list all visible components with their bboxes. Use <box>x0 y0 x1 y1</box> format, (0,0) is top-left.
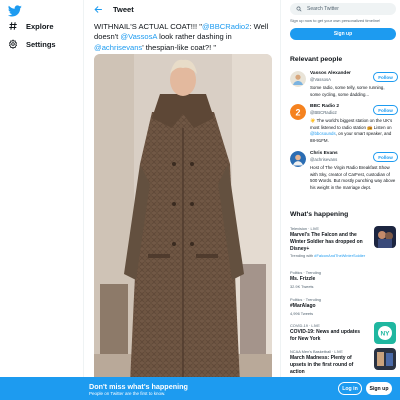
trend-title: March Madness: Plenty of upsets in the f… <box>290 355 354 375</box>
profile-card-vassos[interactable]: Vassos Alexander @VassosA Some radio, so… <box>290 71 398 101</box>
follow-button[interactable]: Follow <box>373 152 398 162</box>
tweet-text-part: ' thespian-like coat?! " <box>142 42 217 52</box>
profile-handle: @BBCRadio2 <box>310 110 337 115</box>
trend-item[interactable]: Politics · Trending #MarAlago 4,996 Twee… <box>290 297 396 316</box>
main-column: Tweet WITHNAIL'S ACTUAL COAT!!! "@BBCRad… <box>83 0 281 400</box>
page-title: Tweet <box>113 4 134 14</box>
trend-thumbnail <box>374 348 396 370</box>
whats-happening-title: What's happening <box>290 211 349 218</box>
profile-handle: @achrisevans <box>310 157 338 162</box>
signup-banner: Don't miss what's happening People on Tw… <box>0 377 400 400</box>
profile-name[interactable]: Vassos Alexander <box>310 71 351 76</box>
tweet-text-part: look rather dashing in <box>157 32 232 42</box>
gear-icon <box>8 39 18 49</box>
profile-bio: Host of The Virgin Radio Breakfast Show … <box>310 165 396 190</box>
search-icon <box>296 6 302 12</box>
trend-thumbnail <box>374 226 396 248</box>
trend-item[interactable]: NCAA Men's Basketball · LIVE March Madne… <box>290 348 396 375</box>
trend-item[interactable]: Television · LIVE Marvel's The Falcon an… <box>290 226 396 258</box>
banner-subtitle: People on Twitter are the first to know. <box>89 391 166 396</box>
profile-bio-text: ☀️ The world's biggest station on the UK… <box>310 118 393 130</box>
nav-settings[interactable]: Settings <box>8 39 56 49</box>
svg-text:2: 2 <box>295 107 300 117</box>
trend-hashtag-link[interactable]: #FalconAndTheWinterSoldier <box>314 253 365 258</box>
follow-button[interactable]: Follow <box>373 105 398 115</box>
coat-photo-illustration <box>94 54 272 400</box>
mention-vassosa-link[interactable]: @VassosA <box>120 32 157 41</box>
tweet-text: WITHNAIL'S ACTUAL COAT!!! "@BBCRadio2: W… <box>94 22 274 53</box>
avatar[interactable] <box>290 151 306 167</box>
relevant-people-title: Relevant people <box>290 56 343 63</box>
search-box[interactable] <box>290 3 396 15</box>
mention-bbcradio2-link[interactable]: @BBCRadio2 <box>202 22 249 31</box>
tweet-text-part: WITHNAIL'S ACTUAL COAT!!! " <box>94 22 202 31</box>
trend-title: #MarAlago <box>290 303 316 309</box>
profile-handle: @VassosA <box>310 77 331 82</box>
right-sidebar: Sign up now to get your own personalized… <box>286 0 400 400</box>
tweet-header: Tweet <box>84 0 280 18</box>
profile-card-bbcradio2[interactable]: 2 BBC Radio 2 @BBCRadio2 ☀️ The world's … <box>290 104 398 148</box>
sidebar-signup-button[interactable]: Sign up <box>290 28 396 40</box>
svg-text:NY: NY <box>380 331 390 338</box>
mention-achrisevans-link[interactable]: @achrisevans <box>94 43 142 52</box>
profile-card-chrisevans[interactable]: Chris Evans @achrisevans Host of The Vir… <box>290 151 398 201</box>
trend-meta: Politics · Trending <box>290 270 321 275</box>
nav-explore-label: Explore <box>26 21 54 31</box>
left-navigation: Explore Settings <box>0 0 82 400</box>
banner-title: Don't miss what's happening <box>89 382 188 391</box>
trend-sub: Trending with #FalconAndTheWinterSoldier <box>290 253 396 258</box>
trend-meta: Politics · Trending <box>290 297 321 302</box>
signup-note: Sign up now to get your own personalized… <box>290 18 381 23</box>
bird-icon[interactable] <box>8 4 22 18</box>
nav-settings-label: Settings <box>26 39 56 49</box>
login-button[interactable]: Log in <box>338 382 362 395</box>
avatar[interactable]: 2 <box>290 104 306 120</box>
trend-sub: 32.9K Tweets <box>290 283 314 289</box>
trend-sub-prefix: Trending with <box>290 253 315 259</box>
profile-bio: ☀️ The world's biggest station on the UK… <box>310 118 396 144</box>
trend-sub: 4,996 Tweets <box>290 310 314 316</box>
follow-button[interactable]: Follow <box>373 72 398 82</box>
bbcsounds-link[interactable]: @bbcsounds <box>310 131 336 136</box>
hashtag-icon <box>9 22 17 30</box>
banner-signup-button[interactable]: Sign up <box>366 382 392 395</box>
tweet-photo[interactable] <box>94 54 272 400</box>
avatar[interactable] <box>290 71 306 87</box>
trend-title: Marvel's The Falcon and the Winter Soldi… <box>290 232 363 252</box>
profile-bio: Some radio, some telly, some running, so… <box>310 85 385 97</box>
search-input[interactable] <box>307 6 387 12</box>
trend-item[interactable]: Politics · Trending Ms. Frizzle 32.9K Tw… <box>290 270 396 289</box>
trend-title: Ms. Frizzle <box>290 276 316 282</box>
trend-thumbnail: NY <box>374 322 396 344</box>
arrow-left-icon[interactable] <box>94 5 103 14</box>
profile-name[interactable]: BBC Radio 2 <box>310 104 339 109</box>
trend-title: COVID-19: News and updates for New York <box>290 329 361 342</box>
profile-name[interactable]: Chris Evans <box>310 151 338 156</box>
trend-item[interactable]: COVID-19 · LIVE COVID-19: News and updat… <box>290 322 396 344</box>
nav-explore[interactable]: Explore <box>8 21 54 31</box>
